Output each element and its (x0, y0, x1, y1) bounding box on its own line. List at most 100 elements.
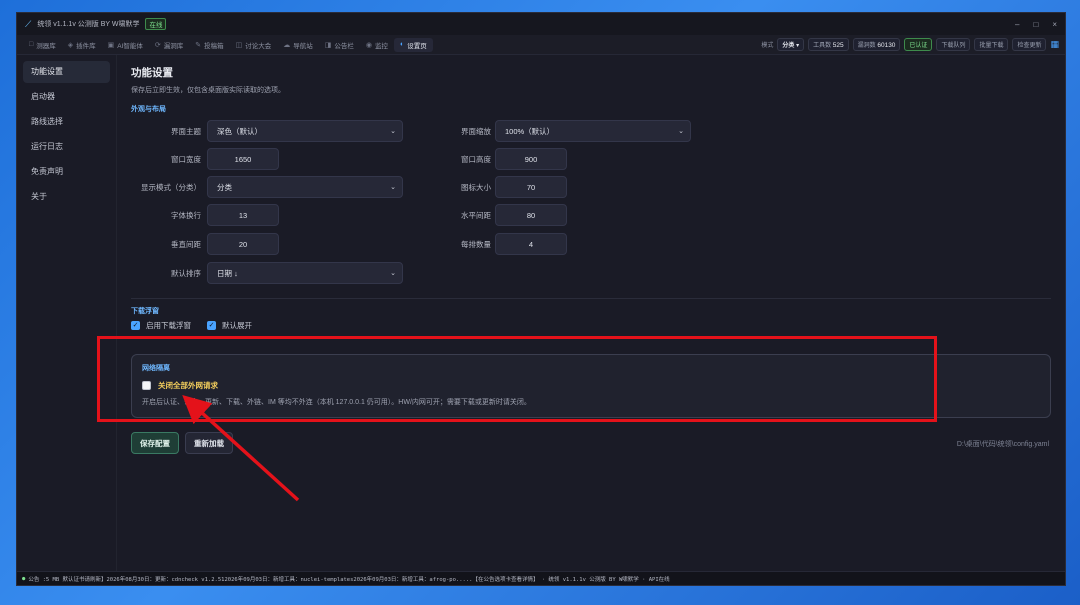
scale-select[interactable]: 100%（默认） ⌄ (495, 120, 691, 142)
v-spacing-input[interactable]: 20 (207, 233, 279, 255)
theme-value: 深色（默认） (217, 126, 262, 136)
tab-bar: □ 测器库 ◈ 插件库 ▣ AI智能体 ⟳ 漏洞库 ✎ 投稿箱 ◫ 讨论大会 ☁ 导航站 ◨ 公… (17, 35, 1065, 55)
scale-label: 界面缩放 (461, 126, 491, 136)
sidebar-item-logs[interactable]: 运行日志 (23, 136, 110, 158)
plugin-icon: ◈ (67, 41, 74, 49)
tab-plugins[interactable]: ◈ 插件库 (62, 38, 102, 52)
cloud-icon: ☁ (283, 41, 291, 49)
forum-icon: ◫ (235, 41, 243, 49)
close-icon[interactable]: × (1052, 20, 1057, 29)
tab-label: 插件库 (76, 42, 96, 50)
chevron-down-icon: ⌄ (390, 128, 396, 135)
sidebar-item-about[interactable]: 关于 (23, 186, 110, 208)
tab-label: 测器库 (36, 42, 56, 50)
theme-label: 界面主题 (171, 126, 201, 136)
tab-label: AI智能体 (117, 42, 143, 50)
sidebar-item-disclaimer[interactable]: 免责声明 (23, 161, 110, 183)
page-title: 功能设置 (131, 67, 173, 79)
tool-count-chip: 工具数 525 (808, 38, 849, 51)
scale-value: 100%（默认） (505, 126, 555, 136)
font-wrap-input[interactable]: 13 (207, 204, 279, 226)
tab-announcements[interactable]: ◨ 公告栏 (319, 38, 360, 52)
tab-label: 监控 (375, 42, 389, 50)
default-expand-checkbox[interactable]: ✓ (207, 321, 216, 330)
icon-size-label: 图标大小 (461, 182, 491, 192)
sidebar-item-route[interactable]: 路线选择 (23, 111, 110, 133)
font-wrap-label: 字体换行 (171, 210, 201, 220)
enable-float-checkbox[interactable]: ✓ (131, 321, 140, 330)
tab-forum[interactable]: ◫ 讨论大会 (230, 38, 278, 52)
chevron-down-icon: ⌄ (678, 128, 684, 135)
theme-select[interactable]: 深色（默认） ⌄ (207, 120, 403, 142)
sort-label: 默认排序 (171, 268, 201, 278)
per-row-input[interactable]: 4 (495, 233, 567, 255)
tab-tools[interactable]: □ 测器库 (23, 38, 62, 52)
reload-button[interactable]: 重新加载 (185, 432, 233, 454)
tab-settings[interactable]: ◐ 设置页 (394, 37, 433, 52)
tab-label: 投稿箱 (204, 42, 224, 50)
tab-ai-agent[interactable]: ▣ AI智能体 (102, 38, 149, 52)
verified-badge: 已认证 (904, 38, 933, 51)
grid-icon[interactable]: ▦ (1050, 39, 1059, 50)
status-ticker: 公告 :5 MB 默认证书请刷新】2026年08月30日：更新：cdncheck… (28, 576, 670, 583)
app-logo-icon: ⟋ (25, 18, 32, 29)
settings-icon: ◐ (400, 41, 405, 48)
vuln-count-label: 漏洞数 (857, 43, 876, 49)
monitor-icon: ◉ (365, 41, 373, 49)
online-status-badge: 在线 (145, 18, 167, 30)
display-mode-value: 分类 (217, 182, 232, 192)
tool-count: 525 (832, 42, 844, 49)
action-buttons: 保存配置 重新加载 (131, 432, 233, 454)
mode-label: 模式 (761, 43, 774, 49)
window-height-input[interactable]: 900 (495, 148, 567, 170)
ai-icon: ▣ (107, 41, 115, 49)
maximize-icon[interactable]: □ (1033, 20, 1038, 29)
sort-select[interactable]: 日期 ↓ ⌄ (207, 262, 403, 284)
chevron-down-icon: ⌄ (390, 184, 396, 191)
v-spacing-label: 垂直间距 (171, 239, 201, 249)
board-icon: ◨ (324, 41, 332, 49)
pen-icon: ✎ (195, 41, 202, 49)
display-mode-label: 显示模式（分类） (141, 182, 201, 192)
tab-monitor[interactable]: ◉ 监控 (360, 38, 394, 52)
title-bar: ⟋ 统领 v1.1.1v 公测版 BY W啸默学 在线 – □ × (17, 13, 1065, 35)
download-queue-button[interactable]: 下载队列 (936, 38, 971, 51)
mode-select[interactable]: 分类 ▾ (777, 38, 805, 51)
default-expand-label: 默认展开 (222, 321, 252, 330)
batch-download-button[interactable]: 批量下载 (974, 38, 1009, 51)
window-title: 统领 v1.1.1v 公测版 BY W啸默学 (37, 21, 140, 28)
section-download-title: 下载浮窗 (131, 308, 159, 315)
annotation-highlight-box (97, 336, 937, 422)
app-window: ⟋ 统领 v1.1.1v 公测版 BY W啸默学 在线 – □ × □ 测器库 ◈… (16, 12, 1066, 586)
per-row-label: 每排数量 (461, 239, 491, 249)
window-controls: – □ × (1015, 20, 1057, 29)
tab-label: 漏洞库 (163, 42, 184, 50)
settings-main: 功能设置 保存后立即生效，仅包含桌面版实际读取的选项。 外观与布局 界面主题 深… (117, 55, 1065, 575)
sidebar-item-launcher[interactable]: 启动器 (23, 86, 110, 108)
check-update-button[interactable]: 检查更新 (1012, 38, 1047, 51)
tab-label: 设置页 (407, 42, 427, 50)
tab-vuln-db[interactable]: ⟳ 漏洞库 (149, 38, 189, 52)
tab-submit[interactable]: ✎ 投稿箱 (189, 38, 229, 52)
icon-size-input[interactable]: 70 (495, 176, 567, 198)
tab-nav-site[interactable]: ☁ 导航站 (277, 38, 319, 52)
tab-label: 公告栏 (334, 42, 354, 50)
layout-form: 界面主题 深色（默认） ⌄ 界面缩放 100%（默认） ⌄ 窗口宽度 1650 窗口… (131, 120, 1051, 298)
tool-count-label: 工具数 (813, 43, 832, 49)
content-area: 功能设置 启动器 路线选择 运行日志 免责声明 关于 功能设置 保存后立即生效，… (17, 55, 1065, 575)
window-width-input[interactable]: 1650 (207, 148, 279, 170)
enable-float-label: 启用下载浮窗 (146, 321, 191, 330)
page-subtitle: 保存后立即生效，仅包含桌面版实际读取的选项。 (131, 87, 285, 94)
status-bar: ● 公告 :5 MB 默认证书请刷新】2026年08月30日：更新：cdnche… (17, 571, 1065, 585)
tab-label: 导航站 (293, 42, 313, 50)
sidebar-item-features[interactable]: 功能设置 (23, 61, 110, 83)
tools-icon: □ (29, 41, 34, 48)
vuln-count: 60130 (877, 42, 896, 49)
display-mode-select[interactable]: 分类 ⌄ (207, 176, 403, 198)
section-layout-title: 外观与布局 (131, 106, 166, 113)
refresh-icon: ⟳ (154, 41, 161, 49)
minimize-icon[interactable]: – (1015, 20, 1019, 29)
h-spacing-input[interactable]: 80 (495, 204, 567, 226)
save-config-button[interactable]: 保存配置 (131, 432, 179, 454)
chevron-down-icon: ⌄ (390, 270, 396, 277)
